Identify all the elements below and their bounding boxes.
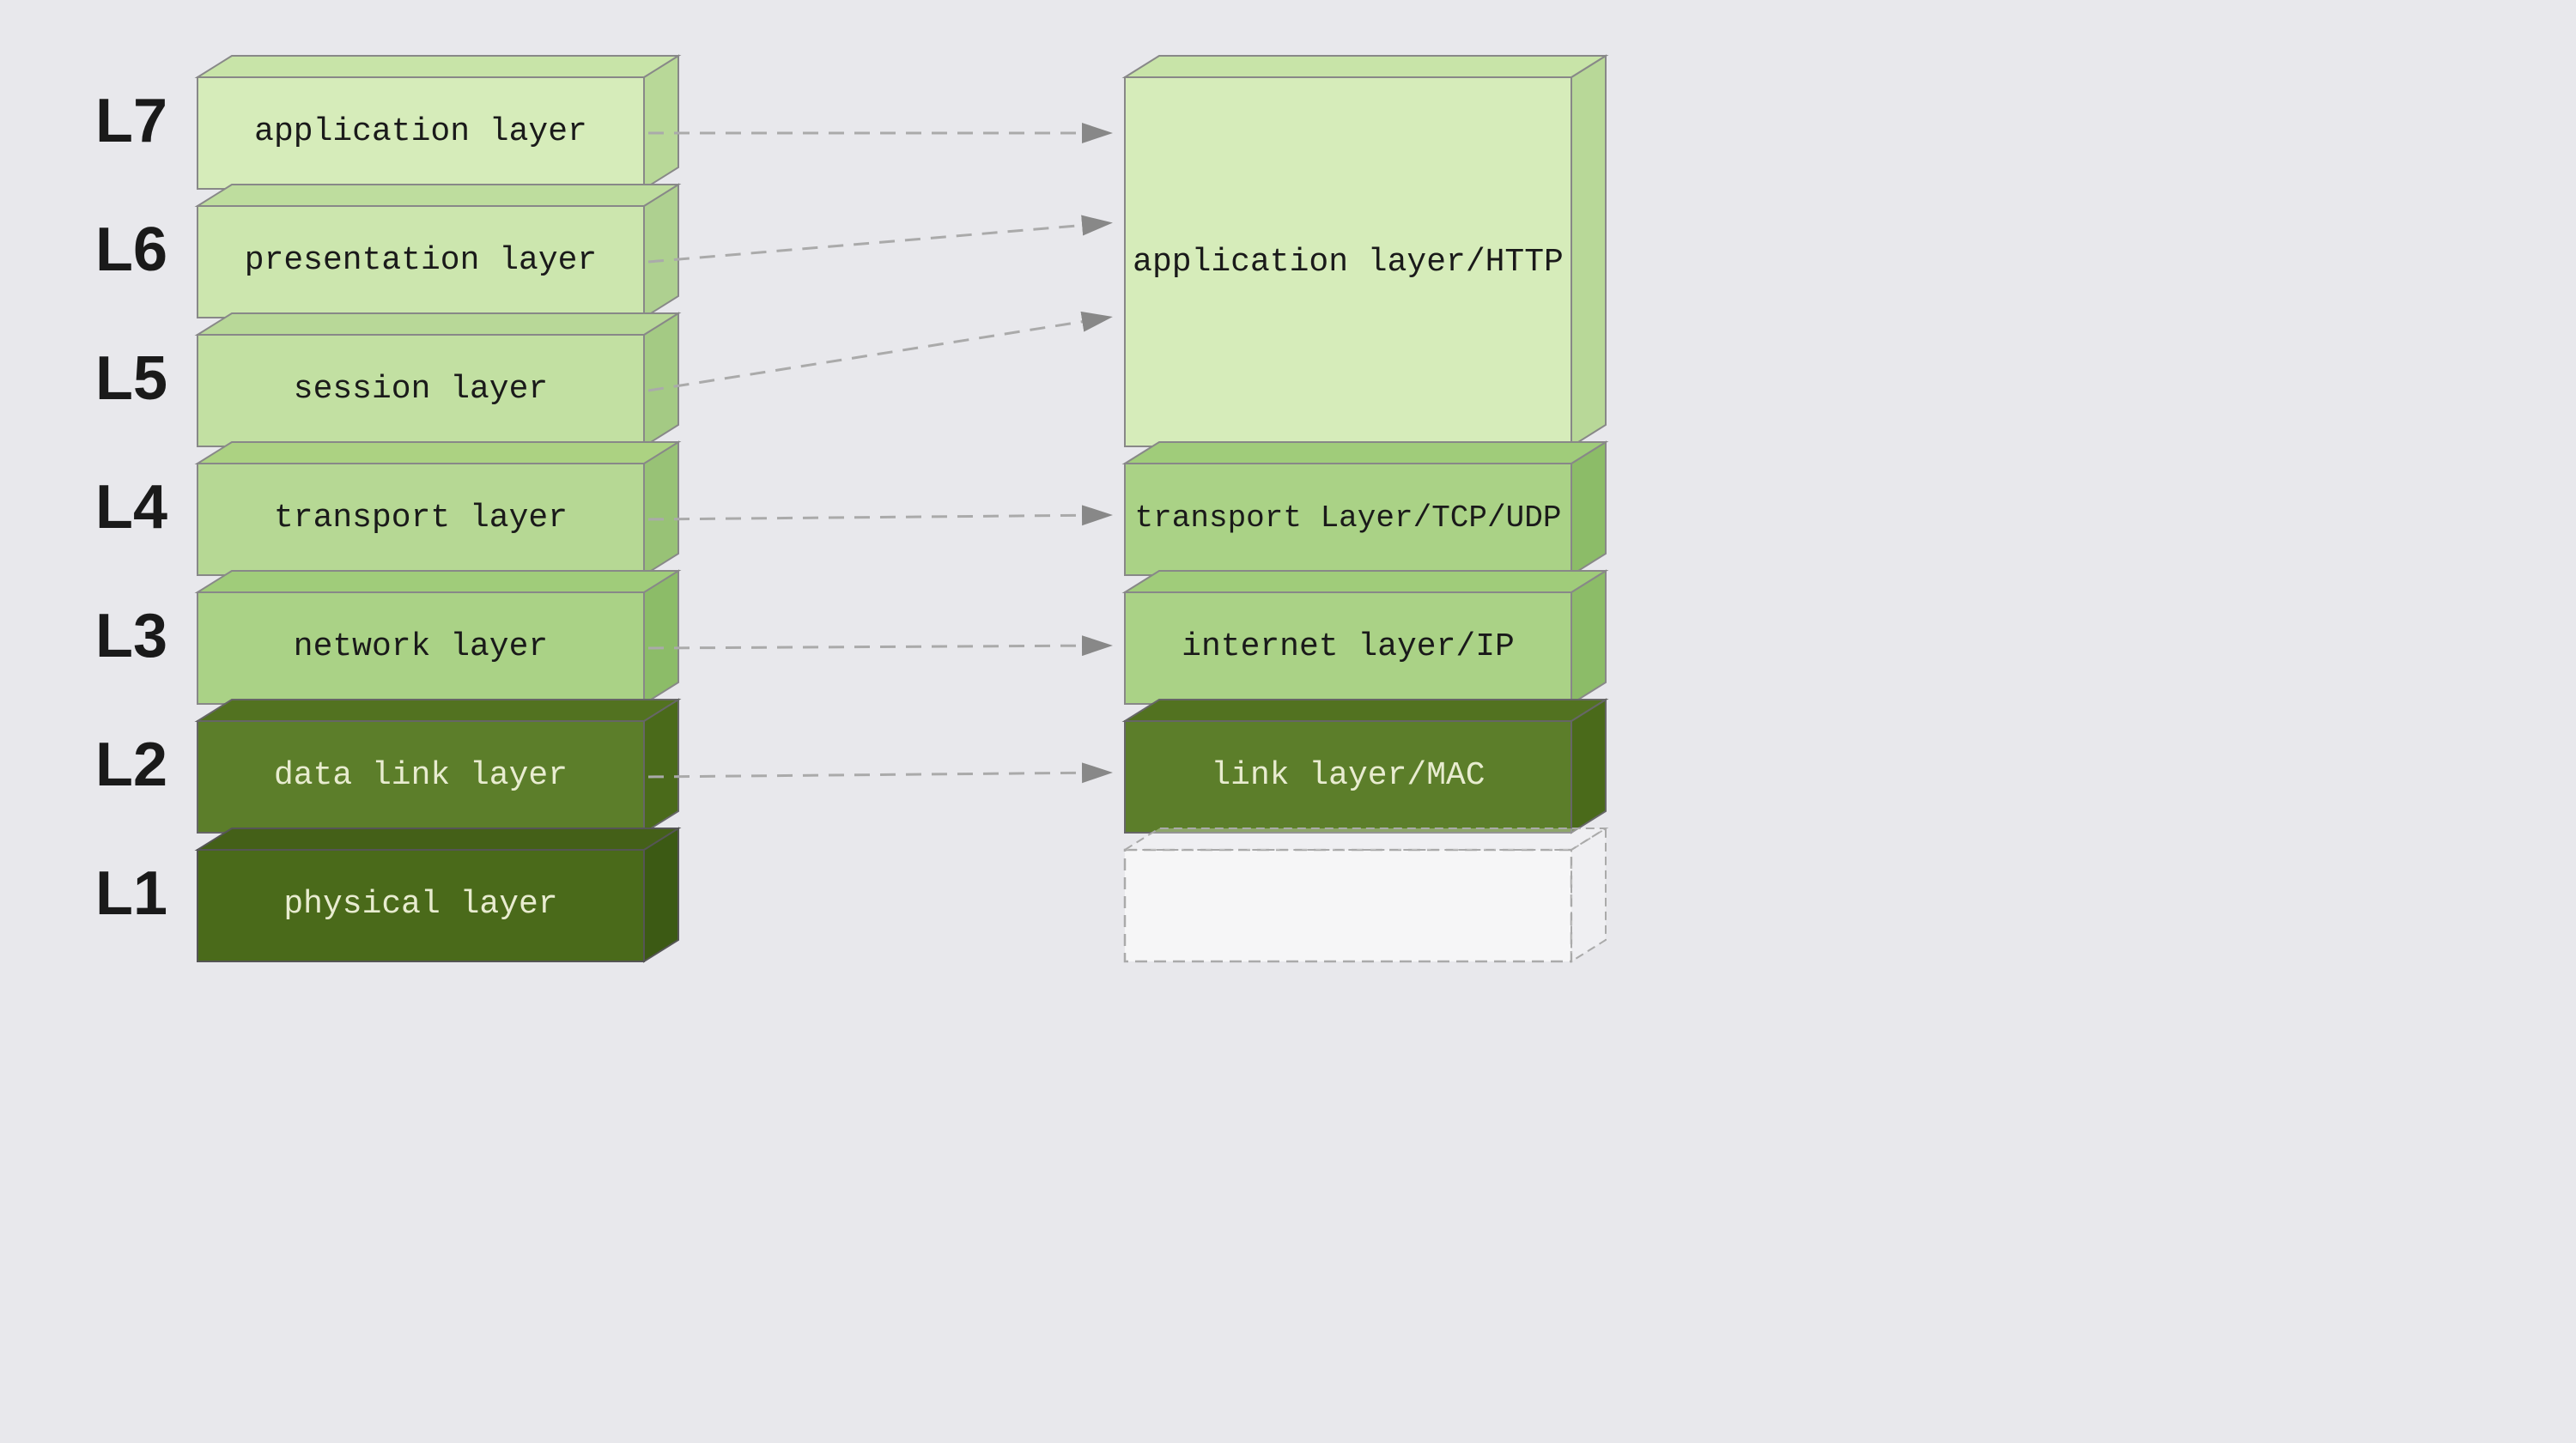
l4-top: [197, 442, 678, 464]
l3-right: [644, 571, 678, 704]
l4-text: transport layer: [274, 500, 568, 537]
r-transport-top: [1125, 442, 1606, 464]
l4-right: [644, 442, 678, 575]
l6-text: presentation layer: [245, 242, 597, 279]
r-transport-text: transport Layer/TCP/UDP: [1135, 500, 1562, 536]
r-link-text: link layer/MAC: [1211, 757, 1485, 794]
r-app-text: application layer/HTTP: [1133, 244, 1564, 281]
l2-right: [644, 700, 678, 833]
r-link-top: [1125, 700, 1606, 721]
l6-right: [644, 185, 678, 318]
l3-text: network layer: [294, 628, 548, 665]
l6-top: [197, 185, 678, 206]
label-l4: L4: [95, 473, 167, 542]
r-app-right: [1571, 56, 1606, 446]
r-internet-top: [1125, 571, 1606, 592]
r-app-top: [1125, 56, 1606, 77]
l7-top: [197, 56, 678, 77]
l7-text: application layer: [254, 113, 587, 150]
l1-right: [644, 828, 678, 961]
l5-right: [644, 313, 678, 446]
label-l1: L1: [95, 859, 167, 928]
l2-text: data link layer: [274, 757, 568, 794]
l3-top: [197, 571, 678, 592]
l1-top: [197, 828, 678, 850]
r-internet-text: internet layer/IP: [1182, 628, 1515, 665]
label-l6: L6: [95, 215, 167, 284]
l1-text: physical layer: [283, 886, 557, 923]
r-physical-right: [1571, 828, 1606, 961]
r-internet-right: [1571, 571, 1606, 704]
r-link-right: [1571, 700, 1606, 833]
l5-top: [197, 313, 678, 335]
r-physical-front: [1125, 850, 1571, 961]
label-l3: L3: [95, 602, 167, 670]
label-l7: L7: [95, 87, 167, 155]
label-l5: L5: [95, 344, 167, 413]
l5-text: session layer: [294, 371, 548, 408]
l2-top: [197, 700, 678, 721]
r-physical-top: [1125, 828, 1606, 850]
r-transport-right: [1571, 442, 1606, 575]
label-l2: L2: [95, 731, 167, 799]
l7-right: [644, 56, 678, 189]
